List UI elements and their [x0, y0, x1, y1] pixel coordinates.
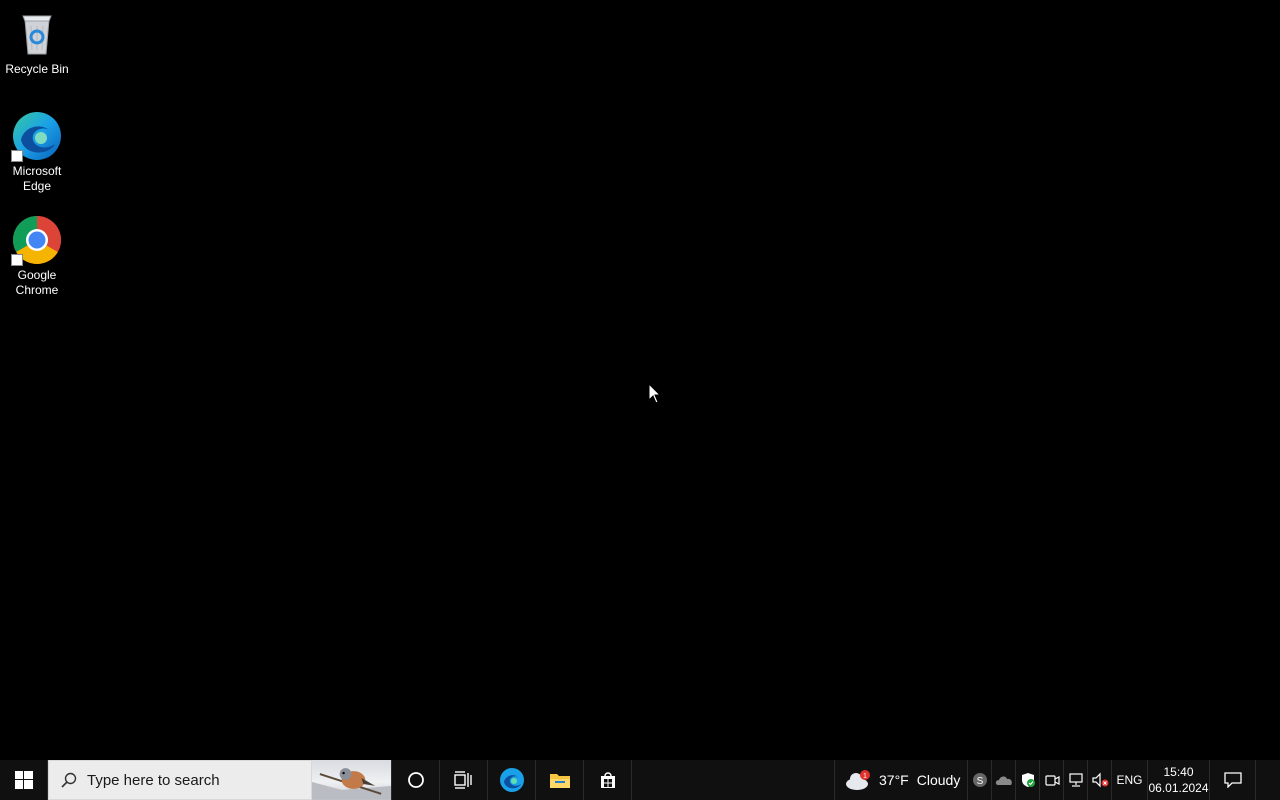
start-button[interactable]: [0, 760, 48, 800]
taskbar-search-box[interactable]: Type here to search: [48, 760, 312, 800]
desktop-icon-microsoft-edge[interactable]: Microsoft Edge: [2, 110, 72, 194]
microsoft-store-icon: [600, 772, 615, 788]
weather-widget[interactable]: 1 37°F Cloudy: [834, 760, 968, 800]
desktop-icon-google-chrome[interactable]: Google Chrome: [2, 214, 72, 298]
mouse-cursor-icon: [648, 383, 662, 404]
clock-time: 15:40: [1163, 765, 1194, 779]
taskbar-microsoft-store-button[interactable]: [584, 760, 632, 800]
shortcut-arrow-icon: [11, 150, 23, 162]
edge-icon: [11, 110, 63, 162]
recycle-bin-icon: [11, 8, 63, 60]
search-highlight-image[interactable]: [312, 760, 392, 800]
shortcut-arrow-icon: [11, 254, 23, 266]
taskbar: Type here to search 1 37°F Cloudy S ENG …: [0, 760, 1280, 800]
weather-condition: Cloudy: [916, 772, 961, 788]
svg-text:S: S: [976, 776, 983, 787]
chrome-icon: [11, 214, 63, 266]
tray-network[interactable]: [1064, 760, 1088, 800]
bird-illustration-icon: [312, 768, 391, 800]
input-language-indicator[interactable]: ENG: [1112, 760, 1148, 800]
meet-now-icon: [1044, 775, 1060, 786]
clock[interactable]: 15:40 06.01.2024: [1148, 760, 1210, 800]
taskbar-file-explorer-button[interactable]: [536, 760, 584, 800]
desktop-icon-label: Microsoft Edge: [12, 164, 62, 193]
desktop-icon-label: Google Chrome: [15, 268, 59, 297]
volume-muted-icon: [1091, 772, 1108, 788]
search-placeholder: Type here to search: [87, 771, 220, 789]
onedrive-icon: [995, 776, 1012, 785]
tray-meet-now[interactable]: [1040, 760, 1064, 800]
taskbar-empty-area: [632, 760, 834, 800]
action-center-button[interactable]: [1210, 760, 1256, 800]
task-view-icon: [453, 771, 472, 789]
task-view-button[interactable]: [440, 760, 488, 800]
windows-security-icon: [1021, 773, 1035, 787]
weather-badge: 1: [863, 773, 867, 780]
weather-temperature: 37°F: [879, 772, 909, 788]
windows-logo-icon: [14, 771, 33, 789]
tray-windows-security[interactable]: [1016, 760, 1040, 800]
tray-onedrive[interactable]: [992, 760, 1016, 800]
skype-icon: S: [972, 773, 987, 787]
taskbar-edge-button[interactable]: [488, 760, 536, 800]
desktop: Recycle Bin Microsoft Edge Google Chrome: [0, 0, 1280, 760]
desktop-icon-label: Recycle Bin: [5, 62, 69, 76]
show-desktop-button[interactable]: [1256, 760, 1280, 800]
network-icon: [1068, 773, 1083, 787]
cloudy-weather-icon: 1: [846, 770, 870, 790]
tray-skype[interactable]: S: [968, 760, 992, 800]
clock-date: 06.01.2024: [1148, 781, 1209, 795]
search-icon: [61, 772, 77, 788]
cortana-icon: [407, 772, 424, 788]
edge-icon: [499, 768, 524, 792]
tray-volume[interactable]: [1088, 760, 1112, 800]
notification-icon: [1223, 772, 1242, 788]
desktop-icon-recycle-bin[interactable]: Recycle Bin: [2, 8, 72, 77]
file-explorer-icon: [549, 774, 570, 788]
cortana-button[interactable]: [392, 760, 440, 800]
